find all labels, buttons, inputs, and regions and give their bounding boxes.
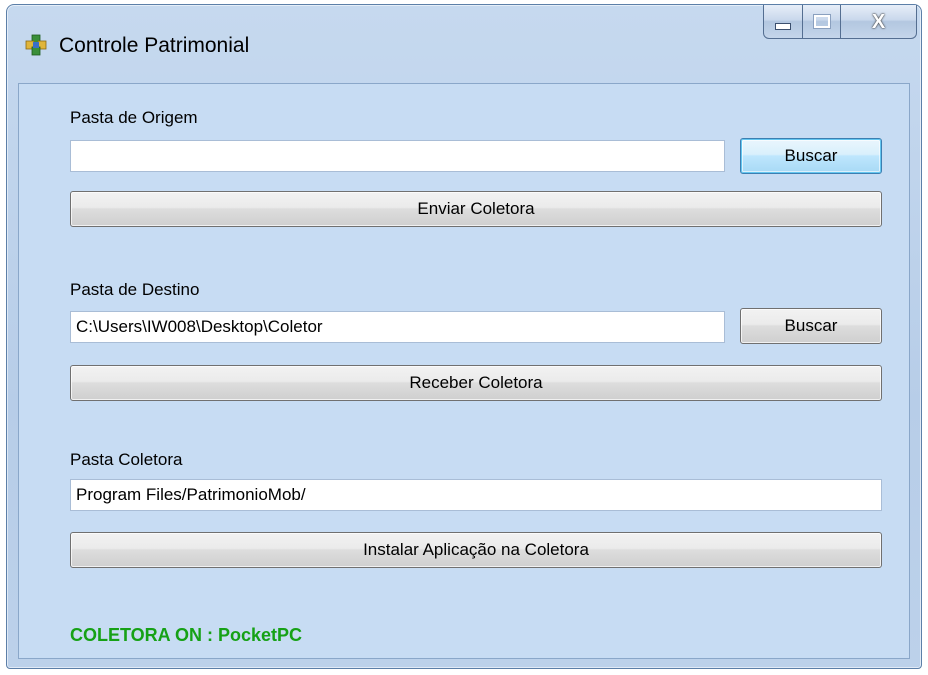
instalar-aplicacao-button[interactable]: Instalar Aplicação na Coletora bbox=[70, 532, 882, 568]
close-button[interactable]: X bbox=[841, 5, 917, 39]
minimize-button[interactable] bbox=[763, 5, 803, 39]
destino-path-input[interactable] bbox=[70, 311, 725, 343]
enviar-coletora-button[interactable]: Enviar Coletora bbox=[70, 191, 882, 227]
app-icon bbox=[25, 34, 47, 56]
maximize-button[interactable] bbox=[803, 5, 841, 39]
title-bar[interactable]: Controle Patrimonial X bbox=[7, 5, 921, 83]
receber-coletora-button[interactable]: Receber Coletora bbox=[70, 365, 882, 401]
coletora-path-input[interactable] bbox=[70, 479, 882, 511]
coletora-label: Pasta Coletora bbox=[70, 450, 183, 469]
window-title: Controle Patrimonial bbox=[59, 34, 250, 57]
origem-buscar-button[interactable]: Buscar bbox=[740, 138, 882, 174]
caption-buttons: X bbox=[763, 5, 917, 45]
main-window: Controle Patrimonial X Pasta de Origem B… bbox=[6, 4, 922, 669]
destino-buscar-button[interactable]: Buscar bbox=[740, 308, 882, 344]
maximize-icon bbox=[812, 14, 831, 29]
origem-path-input[interactable] bbox=[70, 140, 725, 172]
client-area: Pasta de Origem Buscar Enviar Coletora P… bbox=[18, 83, 910, 659]
destino-label: Pasta de Destino bbox=[70, 280, 200, 299]
close-icon: X bbox=[871, 10, 886, 33]
connection-status: COLETORA ON : PocketPC bbox=[70, 625, 303, 645]
minimize-icon bbox=[775, 23, 791, 30]
origem-label: Pasta de Origem bbox=[70, 108, 198, 127]
